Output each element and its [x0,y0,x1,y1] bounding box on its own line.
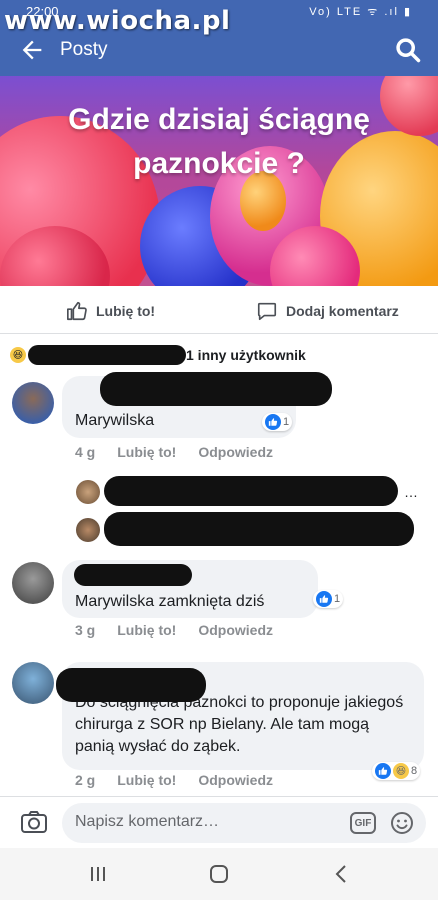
thumbs-up-icon [67,301,87,321]
comment-like-link[interactable]: Lubię to! [117,772,176,788]
banner-line-2: paznokcie ? [133,147,305,180]
reaction-count: 1 [334,593,341,605]
back-arrow-icon[interactable] [18,36,46,64]
emoji-icon[interactable] [390,811,414,835]
page-title: Posty [60,39,108,60]
watermark: www.wiocha.pl [4,6,231,36]
comment-like-link[interactable]: Lubię to! [117,444,176,460]
banner-text: Gdzie dzisiaj ściągnę paznokcie ? [0,98,438,186]
redacted-reply[interactable] [104,476,398,506]
comment-age: 4 g [75,444,96,460]
camera-icon[interactable] [20,809,48,835]
comment-meta: 4 g Lubię to! Odpowiedz [75,444,273,460]
add-comment-button[interactable]: Dodaj komentarz [256,300,399,322]
comment-icon [257,302,277,321]
banner-line-1: Gdzie dzisiaj ściągnę [68,103,370,136]
comment-text: Marywilska zamknięta dziś [75,593,265,610]
reaction-count-badge[interactable]: 1 [313,590,344,608]
gif-button[interactable]: GIF [350,812,376,834]
redacted-author [100,372,332,406]
avatar[interactable] [12,662,54,704]
recent-apps-icon[interactable] [86,862,110,886]
redacted-author [56,668,206,702]
reactions-summary[interactable]: 😆 1 inny użytkownik [10,344,430,366]
comment-input[interactable]: Napisz komentarz… GIF [62,803,426,843]
like-button[interactable]: Lubię to! [66,300,155,322]
reply-avatar[interactable] [76,480,100,504]
comment-reply-link[interactable]: Odpowiedz [198,772,273,788]
like-reaction-icon [265,414,281,430]
reaction-count-badge[interactable]: 1 [262,413,293,431]
comment-reply-link[interactable]: Odpowiedz [198,622,273,638]
avatar[interactable] [12,382,54,424]
reply-ellipsis: … [404,484,418,500]
search-icon[interactable] [394,36,422,64]
screen: 22:00 Vo) LTE ᯤ .ıl ▮ Posty www.wiocha.p… [0,0,438,900]
comment-like-link[interactable]: Lubię to! [117,622,176,638]
home-icon[interactable] [207,862,231,886]
haha-reaction-icon: 😆 [393,763,409,779]
comment-text: Marywilska [75,412,155,429]
redacted-reply[interactable] [104,512,414,546]
haha-reaction-icon: 😆 [10,347,26,363]
comment-input-placeholder: Napisz komentarz… [75,813,220,830]
avatar[interactable] [12,562,54,604]
like-reaction-icon [375,763,391,779]
redacted-names [28,345,186,365]
comment-age: 3 g [75,622,96,638]
like-reaction-icon [316,591,332,607]
comment-reply-link[interactable]: Odpowiedz [198,444,273,460]
reaction-count: 1 [283,416,290,428]
post-actions: Lubię to! Dodaj komentarz [0,286,438,334]
reaction-count: 8 [411,765,418,777]
redacted-author [74,564,192,586]
comment-meta: 3 g Lubię to! Odpowiedz [75,622,273,638]
system-nav-bar [0,848,438,900]
add-comment-label: Dodaj komentarz [286,303,399,319]
status-icons: Vo) LTE ᯤ .ıl ▮ [309,6,412,18]
reply-avatar[interactable] [76,518,100,542]
comment-composer: Napisz komentarz… GIF [0,796,438,848]
back-icon[interactable] [330,862,354,886]
reactions-others-text: 1 inny użytkownik [186,347,306,363]
comment-age: 2 g [75,772,96,788]
reaction-count-badge[interactable]: 😆 8 [372,762,421,780]
post-banner: Gdzie dzisiaj ściągnę paznokcie ? [0,76,438,286]
comment-meta: 2 g Lubię to! Odpowiedz [75,772,273,788]
like-button-label: Lubię to! [96,303,156,319]
